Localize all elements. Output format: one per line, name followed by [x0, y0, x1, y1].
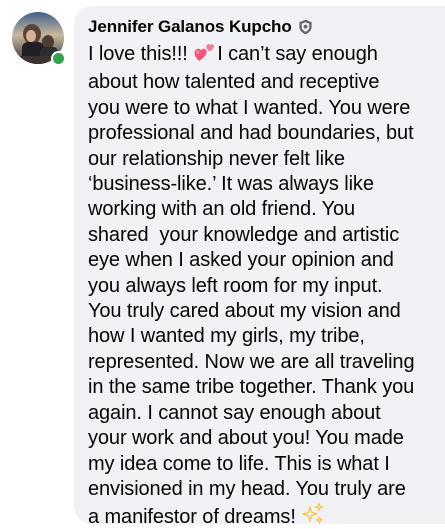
- comment-container: Jennifer Galanos Kupcho I love this!!! I…: [0, 0, 445, 529]
- comment-line-16: your work and about you! You made: [88, 427, 404, 450]
- comment-text: I love this!!! I can’t say enough about …: [88, 41, 438, 529]
- comment-line-8: shared your knowledge and artistic: [88, 223, 400, 246]
- comment-line-13: represented. Now we are all traveling: [88, 350, 415, 373]
- comment-line-19: a manifestor of dreams!: [88, 502, 438, 529]
- comment-line-19-start: a manifestor of dreams!: [88, 506, 302, 529]
- author-row: Jennifer Galanos Kupcho: [88, 15, 313, 39]
- author-name[interactable]: Jennifer Galanos Kupcho: [88, 17, 292, 37]
- comment-line-17: my idea come to life. This is what I: [88, 452, 390, 475]
- sparkles-emoji: [301, 502, 325, 529]
- comment-line-14: in the same tribe together. Thank you: [88, 376, 415, 399]
- comment-line-3: you were to what I wanted. You were: [88, 96, 411, 119]
- comment-line-11: You truly cared about my vision and: [88, 300, 401, 323]
- comment-line-18: envisioned in my head. You truly are: [88, 477, 406, 500]
- comment-bubble: Jennifer Galanos Kupcho I love this!!! I…: [74, 6, 445, 528]
- comment-line-6: ‘business-like.’ It was always like: [88, 173, 374, 196]
- comment-line-1: I love this!!! I can’t say enough: [88, 41, 438, 70]
- comment-line-4: professional and had boundaries, but: [88, 122, 414, 145]
- comment-line-7: working with an old friend. You: [88, 198, 356, 221]
- shield-icon: [298, 19, 313, 35]
- online-status-indicator: [51, 51, 66, 66]
- avatar-wrapper[interactable]: [12, 12, 66, 66]
- comment-line-9: eye when I asked your opinion and: [88, 249, 394, 272]
- comment-line-10: you always left room for my input.: [88, 274, 383, 297]
- two-hearts-emoji: [193, 41, 217, 70]
- comment-line-1-end: I can’t say enough: [217, 43, 378, 65]
- comment-line-12: how I wanted my girls, my tribe,: [88, 325, 365, 348]
- comment-line-2: about how talented and receptive: [88, 71, 380, 94]
- comment-line-5: our relationship never felt like: [88, 147, 345, 170]
- comment-line-15: again. I cannot say enough about: [88, 401, 381, 424]
- comment-line-1-start: I love this!!!: [88, 43, 194, 65]
